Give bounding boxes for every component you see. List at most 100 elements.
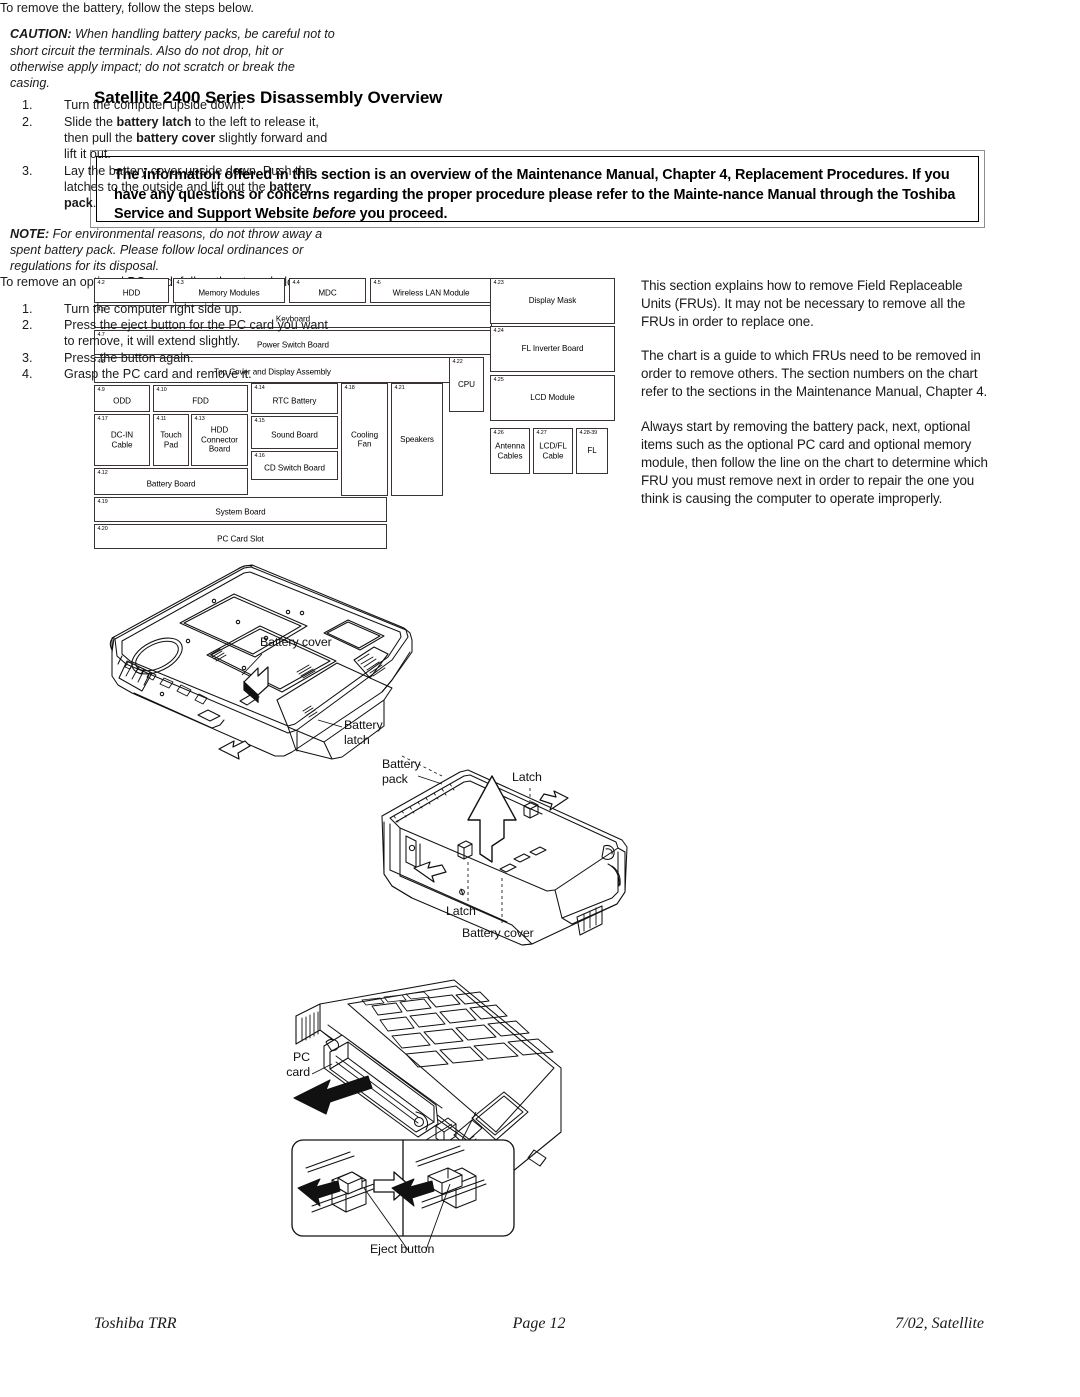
flowchart-box-label: Cooling Fan [350,429,379,449]
flowchart-box-dc-in-cable: 4.17 DC-IN Cable [94,414,150,466]
pccard-steps-list: Turn the computer right side up. Press t… [10,301,340,383]
flowchart-box-mdc: 4.4 MDC [289,278,366,303]
battery-procedure-column: To remove the battery, follow the steps … [0,0,336,274]
battery-step-2: Slide the battery latch to the left to r… [10,114,336,163]
flowchart-box-section-number: 4.28-39 [579,429,598,436]
flowchart-box-label: ODD [113,396,131,406]
pccard-step-4: Grasp the PC card and remove it. [22,366,252,383]
flowchart-box-section-number: 4.9 [97,386,105,393]
intro-paragraph: The chart is a guide to which FRUs need … [641,348,988,400]
label-battery-cover-detail: Battery cover [462,926,534,940]
battery-step-1-text: Turn the computer upside down. [64,98,245,113]
pc-card-illustration: PC card Eject button [276,972,566,1262]
flowchart-box-section-number: 4.26 [493,429,504,436]
flowchart-box-fl-inverter-board: 4.24 FL Inverter Board [490,326,615,372]
flowchart-box-pc-card-slot: 4.20 PC Card Slot [94,524,387,549]
flowchart-box-rtc-battery: 4.14 RTC Battery [251,383,338,414]
flowchart-box-section-number: 4.17 [97,415,108,422]
flowchart-box-section-number: 4.11 [156,415,167,422]
battery-lead-text: To remove the battery, follow the steps … [0,1,254,15]
flowchart-box-label: FL [587,446,597,456]
flowchart-box-section-number: 4.10 [156,386,167,393]
flowchart-box-label: FDD [192,396,209,406]
flowchart-box-section-number: 4.19 [97,498,108,505]
flowchart-box-section-number: 4.14 [254,384,265,391]
flowchart-box-fdd: 4.10 FDD [153,385,248,412]
label-battery-latch: Battery latch [344,718,383,747]
flowchart-box-label: MDC [318,288,337,298]
pccard-step-3: Press the button again. [22,350,194,367]
flowchart-box-label: CD Switch Board [264,463,325,473]
battery-caution: CAUTION: When handling battery packs, be… [10,26,336,91]
footer-right: 7/02, Satellite [895,1315,984,1332]
flowchart-box-label: CPU [458,379,475,389]
flowchart-box-section-number: 4.15 [254,417,265,424]
label-eject-button: Eject button [370,1242,435,1256]
flowchart-box-label: Touch Pad [160,430,182,449]
flowchart-box-cd-switch-board: 4.16 CD Switch Board [251,451,338,480]
pccard-step-2: Press the eject button for the PC card y… [22,317,328,349]
battery-steps-list: Turn the computer upside down. Slide the… [10,97,336,211]
battery-step-3: Lay the battery cover upside down. Push … [10,163,336,212]
flowchart-box-antenna-cables: 4.26 Antenna Cables [490,428,530,474]
flowchart-box-section-number: 4.25 [493,376,504,383]
battery-step-2-bold-1: battery latch [116,114,192,129]
flowchart-box-label: Display Mask [528,296,577,306]
flowchart-box-fl: 4.28-39 FL [576,428,608,474]
battery-pack-detail-illustration: Battery pack Latch Latch Battery cover [372,752,662,952]
flowchart-box-label: Sound Board [271,430,318,440]
pc-card-svg [291,979,562,1251]
battery-step-2-pre: Slide the [64,114,117,129]
flowchart-box-section-number: 4.3 [176,279,184,286]
flowchart-box-label: RTC Battery [272,396,317,406]
flowchart-box-section-number: 4.13 [194,415,205,422]
flowchart-box-section-number: 4.20 [97,525,108,532]
flowchart-box-odd: 4.9 ODD [94,385,150,412]
flowchart-box-section-number: 4.24 [493,327,504,334]
flowchart-box-battery-board: 4.12 Battery Board [94,468,248,495]
flowchart-box-label: LCD Module [530,393,575,403]
label-latch-bottom: Latch [446,904,476,918]
flowchart-box-sound-board: 4.15 Sound Board [251,416,338,449]
flowchart-box-label: LCD/FL Cable [539,441,567,460]
flowchart-box-section-number: 4.22 [452,358,463,365]
intro-paragraph: Always start by removing the battery pac… [641,418,988,506]
notice-text-part-2: you proceed. [355,206,448,222]
battery-step-3-post: . [92,196,97,211]
flowchart-box-lcd-fl-cable: 4.27 LCD/FL Cable [533,428,573,474]
flowchart-box-lcd-module: 4.25 LCD Module [490,375,615,421]
flowchart-box-section-number: 4.23 [493,279,504,286]
battery-latch-arrow [218,740,251,760]
flowchart-box-label: Memory Modules [198,288,260,298]
label-battery-cover: Battery cover [260,635,332,649]
flowchart-box-hdd-connector-board: 4.13 HDD Connector Board [191,414,248,466]
page-footer: Toshiba TRR Page 12 7/02, Satellite [94,1315,984,1339]
flowchart-box-label: System Board [215,507,266,517]
flowchart-box-label: PC Card Slot [217,534,264,544]
flowchart-box-section-number: 4.5 [373,279,381,286]
flowchart-box-section-number: 4.27 [536,429,547,436]
flowchart-box-hdd: 4.2 HDD [94,278,169,303]
flowchart-box-speakers: 4.21 Speakers [391,383,443,496]
flowchart-box-cpu: 4.22 CPU [449,357,484,412]
flowchart-box-wireless-lan-module: 4.5 Wireless LAN Module [370,278,492,303]
note-text: For environmental reasons, do not throw … [10,226,323,274]
caution-label: CAUTION: [10,27,72,42]
flowchart-box-label: Wireless LAN Module [392,288,470,298]
flowchart-box-system-board: 4.19 System Board [94,497,387,522]
flowchart-box-display-mask: 4.23 Display Mask [490,278,615,324]
footer-center: Page 12 [512,1315,566,1332]
note-label: NOTE: [10,226,50,241]
pccard-step-1: Turn the computer right side up. [22,301,243,318]
flowchart-box-section-number: 4.16 [254,452,265,459]
flowchart-box-touch-pad: 4.11 Touch Pad [153,414,189,466]
flowchart-box-label: DC-IN Cable [110,430,134,449]
battery-note: NOTE: For environmental reasons, do not … [10,226,336,275]
flowchart-box-section-number: 4.18 [344,384,355,391]
flowchart-box-label: Antenna Cables [495,441,525,460]
flowchart-box-cooling-fan: 4.18 Cooling Fan [341,383,388,496]
flowchart-box-section-number: 4.4 [292,279,300,286]
label-latch-top: Latch [512,770,542,784]
flowchart-box-section-number: 4.21 [394,384,405,391]
flowchart-box-label: HDD [122,288,141,298]
